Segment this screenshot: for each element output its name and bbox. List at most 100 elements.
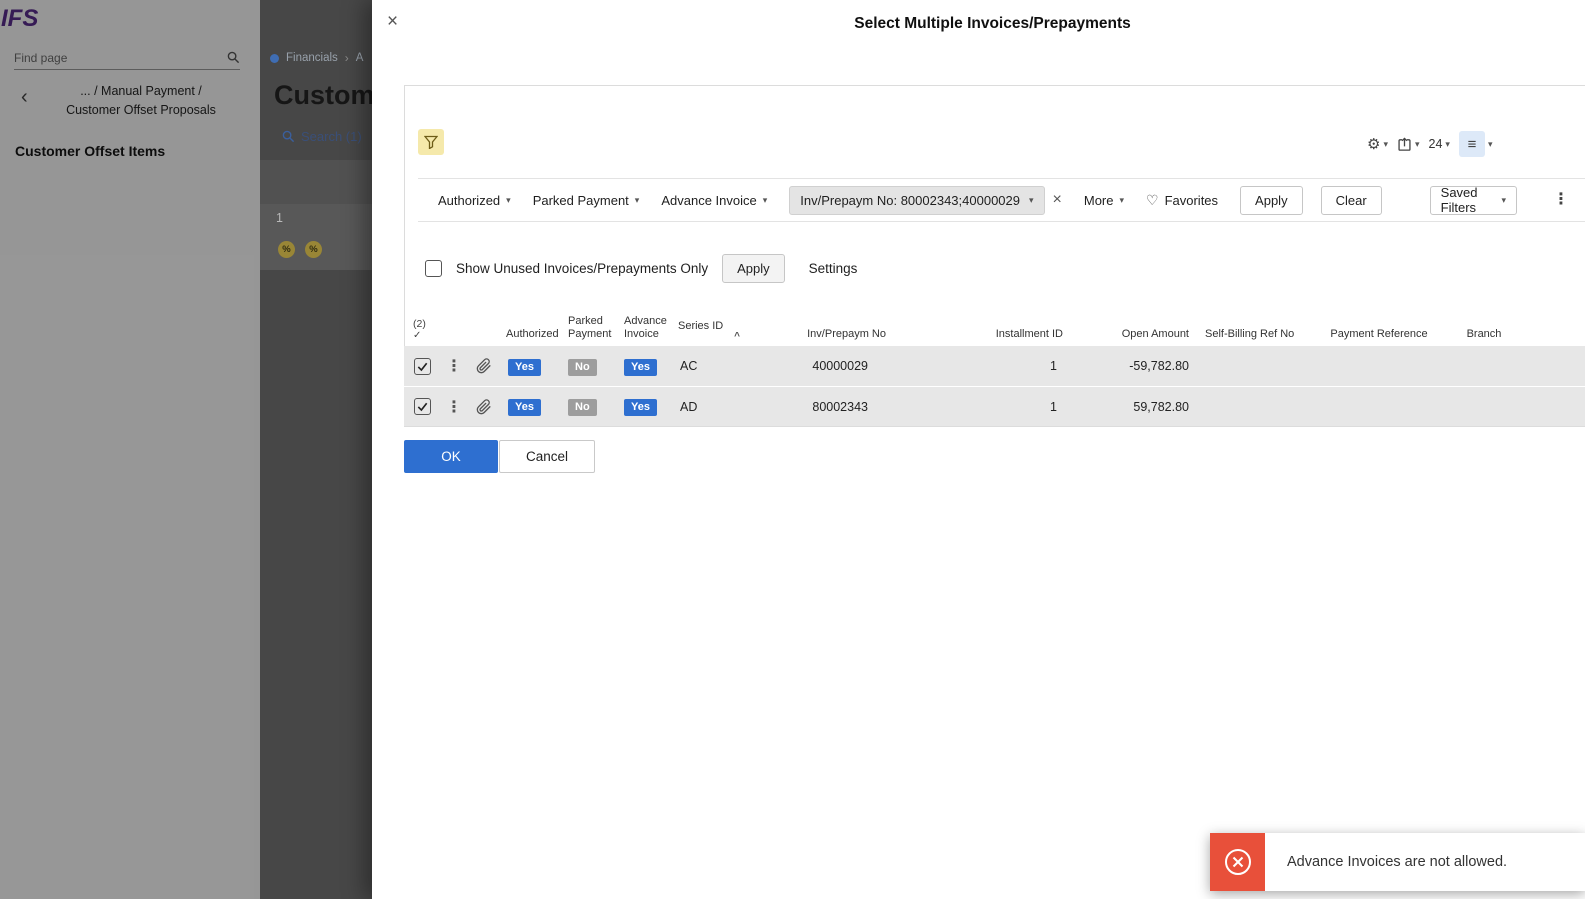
filter-toggle-button[interactable]	[418, 129, 444, 155]
filter-apply-button[interactable]: Apply	[1240, 185, 1303, 215]
search-link-label: Search (1)	[301, 129, 362, 144]
filter-dropdown-parked-payment[interactable]: Parked Payment ▾	[533, 193, 640, 208]
chevron-down-icon: ▾	[1028, 194, 1034, 205]
chevron-down-icon: ▾	[1119, 194, 1125, 205]
settings-link[interactable]: Settings	[809, 261, 858, 276]
column-header-branch[interactable]: Branch	[1449, 328, 1519, 346]
page-size-selector[interactable]: 24 ▾	[1429, 137, 1450, 151]
advance-invoice-badge: Yes	[624, 399, 657, 416]
breadcrumb: Financials › A	[270, 51, 363, 65]
column-header-installment-id[interactable]: Installment ID	[896, 328, 1071, 346]
chevron-down-icon: ▾	[1445, 138, 1450, 149]
active-filter-chip-group: Inv/Prepaym No: 80002343;40000029 ▾ ×	[789, 185, 1062, 215]
background-search-link[interactable]: Search (1)	[282, 129, 362, 144]
filter-dropdown-label: Parked Payment	[532, 192, 629, 208]
check-icon	[417, 362, 427, 371]
close-icon[interactable]: ×	[387, 12, 398, 31]
chevron-down-icon: ▾	[1414, 138, 1420, 149]
export-icon	[1398, 136, 1411, 151]
chevron-down-icon: ▾	[1501, 194, 1506, 205]
row-checkbox-checked[interactable]	[413, 398, 431, 415]
page-size-value: 24	[1428, 137, 1443, 151]
filter-clear-button[interactable]: Clear	[1320, 185, 1382, 215]
error-toast[interactable]: Advance Invoices are not allowed.	[1210, 833, 1585, 891]
ok-button[interactable]: OK	[404, 440, 498, 473]
chevron-down-icon: ▾	[506, 194, 511, 205]
filter-bar: Authorized ▾ Parked Payment ▾ Advance In…	[418, 178, 1585, 222]
funnel-icon	[424, 135, 438, 149]
series-id-cell: AD	[680, 399, 698, 414]
show-unused-label: Show Unused Invoices/Prepayments Only	[456, 260, 709, 276]
column-header-inv-prepaym-no[interactable]: Inv/Prepaym No	[756, 328, 896, 346]
options-apply-button[interactable]: Apply	[722, 253, 785, 283]
filter-dropdown-label: Advance Invoice	[661, 192, 757, 208]
background-table-header-band	[260, 160, 380, 204]
filter-dropdown-label: Authorized	[438, 192, 501, 208]
column-header-open-amount[interactable]: Open Amount	[1071, 328, 1199, 346]
filter-dropdown-advance-invoice[interactable]: Advance Invoice ▾	[661, 193, 767, 208]
authorized-badge: Yes	[508, 399, 541, 416]
percent-badge-icon: %	[278, 241, 295, 258]
column-header-payment-reference[interactable]: Payment Reference	[1309, 328, 1449, 346]
show-unused-checkbox[interactable]	[425, 259, 442, 277]
column-header-parked-payment[interactable]: Parked Payment	[560, 315, 616, 346]
error-toast-message: Advance Invoices are not allowed.	[1265, 833, 1585, 891]
row-kebab-menu-icon[interactable]: ⋮	[440, 397, 468, 417]
installment-id-cell: 1	[1050, 359, 1057, 373]
table-header: (2) ✓ Authorized Parked Payment Advance …	[404, 300, 1585, 346]
favorites-label: Favorites	[1164, 192, 1219, 208]
remove-filter-icon[interactable]: ×	[1053, 192, 1062, 208]
chevron-right-icon: ›	[344, 51, 349, 65]
cancel-button[interactable]: Cancel	[499, 440, 595, 473]
open-amount-cell: 59,782.80	[1133, 399, 1189, 414]
column-header-self-billing-ref-no[interactable]: Self-Billing Ref No	[1199, 328, 1309, 346]
filter-more-dropdown[interactable]: More ▾	[1084, 193, 1124, 208]
table-row[interactable]: ⋮ Yes No Yes AC 40000029 1 -59,782.80	[404, 346, 1585, 386]
chevron-down-icon: ▾	[634, 194, 640, 205]
search-icon	[282, 130, 295, 143]
selection-count-header[interactable]: (2) ✓	[404, 318, 440, 346]
open-amount-cell: -59,782.80	[1129, 359, 1189, 373]
page-title: Custom	[274, 80, 374, 110]
row-checkbox-checked[interactable]	[413, 357, 431, 375]
column-header-advance-invoice[interactable]: Advance Invoice	[616, 315, 672, 346]
parked-payment-badge: No	[568, 358, 597, 376]
saved-filters-select[interactable]: Saved Filters ▾	[1429, 185, 1517, 215]
list-view-button[interactable]: ≡	[1458, 131, 1485, 157]
installment-id-cell: 1	[1050, 399, 1057, 414]
left-panel: IFS Find page ‹ ... / Manual Payment / C…	[0, 0, 260, 899]
breadcrumb-item-truncated[interactable]: A	[356, 52, 364, 64]
chevron-down-icon: ▾	[1383, 138, 1388, 149]
saved-filters-label: Saved Filters	[1440, 185, 1478, 215]
filter-dropdown-authorized[interactable]: Authorized ▾	[438, 193, 511, 208]
settings-gear-button[interactable]: ⚙ ▾	[1367, 137, 1388, 152]
table-row[interactable]: ⋮ Yes No Yes AD 80002343 1 59,782.80	[404, 386, 1585, 426]
sort-ascending-icon: ^	[734, 331, 740, 342]
paperclip-icon[interactable]	[476, 398, 492, 415]
active-filter-chip[interactable]: Inv/Prepaym No: 80002343;40000029 ▾	[789, 185, 1045, 215]
status-dot-icon	[270, 53, 279, 63]
breadcrumb-item-financials[interactable]: Financials	[286, 52, 338, 64]
view-mode-selector[interactable]: ≡ ▾	[1458, 131, 1492, 157]
select-invoices-dialog: × Select Multiple Invoices/Prepayments ⚙…	[372, 0, 1585, 899]
paperclip-icon[interactable]	[476, 358, 492, 374]
favorites-button[interactable]: ♡ Favorites	[1146, 192, 1218, 209]
backdrop-overlay	[0, 0, 260, 899]
column-header-authorized[interactable]: Authorized	[500, 328, 560, 346]
inv-prepaym-no-cell: 80002343	[812, 399, 868, 414]
column-header-series-id[interactable]: Series ID ^	[672, 320, 756, 346]
table-body: ⋮ Yes No Yes AC 40000029 1 -59,782.80 ⋮ …	[404, 346, 1585, 426]
options-row: Show Unused Invoices/Prepayments Only Ap…	[425, 253, 857, 283]
table-toolbar: ⚙ ▾ ▾ 24 ▾ ≡ ▾	[1367, 131, 1492, 157]
row-kebab-menu-icon[interactable]: ⋮	[440, 356, 468, 376]
heart-icon: ♡	[1146, 191, 1159, 208]
inv-prepaym-no-cell: 40000029	[812, 359, 868, 373]
export-button[interactable]: ▾	[1397, 136, 1420, 152]
list-view-icon: ≡	[1467, 135, 1477, 153]
filter-kebab-menu-icon[interactable]: ⋮	[1553, 192, 1569, 208]
dialog-title: Select Multiple Invoices/Prepayments	[854, 15, 1131, 32]
column-header-series-id-label: Series ID	[678, 320, 724, 332]
select-all-check-icon: ✓	[413, 330, 422, 341]
chevron-down-icon: ▾	[762, 194, 768, 205]
percent-badge-icon: %	[305, 241, 322, 258]
